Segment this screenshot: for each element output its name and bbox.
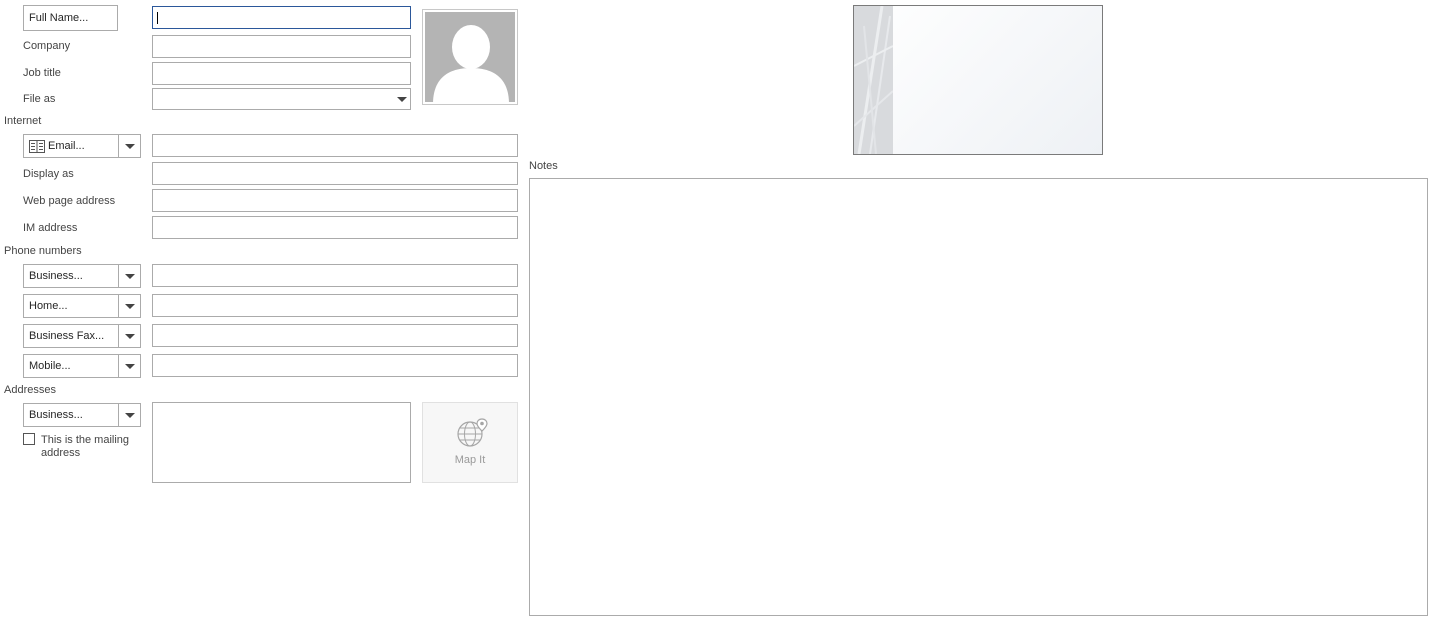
phone-split-button[interactable]: Business Fax...	[23, 324, 141, 348]
company-label: Company	[23, 40, 71, 52]
web-page-input[interactable]	[152, 189, 518, 212]
business-card-preview[interactable]	[853, 5, 1103, 155]
business-phone-label: Business...	[29, 270, 83, 282]
email-split-button[interactable]: Email...	[23, 134, 141, 158]
mobile-phone-dropdown[interactable]	[118, 354, 141, 378]
business-address-button[interactable]: Business...	[23, 403, 119, 427]
contact-photo[interactable]	[422, 9, 518, 105]
full-name-button-label: Full Name...	[29, 12, 89, 24]
full-name-input[interactable]	[152, 6, 411, 29]
email-input[interactable]	[152, 134, 518, 157]
map-it-button[interactable]: Map It	[422, 402, 518, 483]
chevron-down-icon	[125, 334, 135, 339]
business-card-side-graphic	[854, 6, 893, 154]
chevron-down-icon	[397, 97, 407, 102]
mobile-phone-label: Mobile...	[29, 360, 71, 372]
display-as-label: Display as	[23, 168, 74, 180]
phone-split-button[interactable]: Business...	[23, 264, 141, 288]
internet-heading: Internet	[4, 115, 42, 127]
file-as-select[interactable]	[152, 88, 411, 110]
full-name-button[interactable]: Full Name...	[23, 5, 118, 31]
phone-numbers-heading: Phone numbers	[4, 245, 82, 257]
business-fax-label: Business Fax...	[29, 330, 105, 342]
chevron-down-icon	[125, 413, 135, 418]
notes-label: Notes	[529, 160, 558, 172]
business-address-label: Business...	[29, 409, 83, 421]
mailing-address-checkbox[interactable]	[23, 433, 35, 445]
home-phone-dropdown[interactable]	[118, 294, 141, 318]
job-title-input[interactable]	[152, 62, 411, 85]
globe-pin-icon	[455, 417, 489, 449]
business-phone-dropdown[interactable]	[118, 264, 141, 288]
text-caret	[157, 12, 158, 24]
business-phone-button[interactable]: Business...	[23, 264, 119, 288]
home-phone-button[interactable]: Home...	[23, 294, 119, 318]
person-silhouette-icon	[425, 12, 515, 102]
home-phone-input[interactable]	[152, 294, 518, 317]
home-phone-label: Home...	[29, 300, 68, 312]
address-split-button[interactable]: Business...	[23, 403, 141, 427]
im-address-input[interactable]	[152, 216, 518, 239]
im-address-label: IM address	[23, 222, 78, 234]
business-fax-button[interactable]: Business Fax...	[23, 324, 119, 348]
addresses-heading: Addresses	[4, 384, 56, 396]
business-address-dropdown[interactable]	[118, 403, 141, 427]
email-button[interactable]: Email...	[23, 134, 119, 158]
phone-split-button[interactable]: Mobile...	[23, 354, 141, 378]
file-as-label: File as	[23, 93, 56, 105]
notes-textarea[interactable]	[529, 178, 1428, 616]
map-it-label: Map It	[454, 454, 486, 466]
display-as-input[interactable]	[152, 162, 518, 185]
chevron-down-icon	[125, 304, 135, 309]
mobile-phone-input[interactable]	[152, 354, 518, 377]
business-phone-input[interactable]	[152, 264, 518, 287]
address-book-icon	[29, 139, 45, 153]
company-input[interactable]	[152, 35, 411, 58]
chevron-down-icon	[125, 364, 135, 369]
mobile-phone-button[interactable]: Mobile...	[23, 354, 119, 378]
mailing-address-label: This is the mailing address	[41, 434, 130, 459]
job-title-label: Job title	[23, 67, 61, 79]
chevron-down-icon	[125, 274, 135, 279]
email-button-label: Email...	[48, 140, 85, 152]
email-dropdown-button[interactable]	[118, 134, 141, 158]
address-textarea[interactable]	[152, 402, 411, 483]
chevron-down-icon	[125, 144, 135, 149]
web-page-label: Web page address	[23, 195, 116, 207]
business-fax-dropdown[interactable]	[118, 324, 141, 348]
phone-split-button[interactable]: Home...	[23, 294, 141, 318]
business-fax-input[interactable]	[152, 324, 518, 347]
